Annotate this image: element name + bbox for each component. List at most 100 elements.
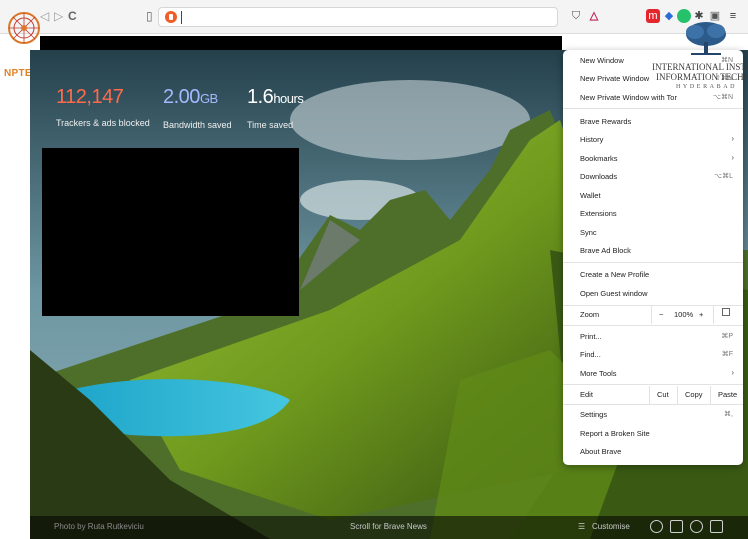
menu-downloads[interactable]: Downloads ⌥⌘L <box>563 168 743 186</box>
redacted-bar <box>40 36 562 50</box>
paste-button[interactable]: Paste <box>718 390 737 399</box>
menu-history[interactable]: History › <box>563 131 743 149</box>
menu-separator <box>563 384 743 385</box>
menu-label: New Window <box>580 56 624 65</box>
menu-create-profile[interactable]: Create a New Profile <box>563 266 743 284</box>
menu-label: Open Guest window <box>580 289 648 298</box>
menu-shortcut: ⌘F <box>721 351 733 358</box>
menu-separator <box>563 404 743 405</box>
address-bar[interactable] <box>158 7 558 27</box>
menu-zoom: Zoom − 100% + <box>563 306 743 324</box>
menu-label: Print... <box>580 332 602 341</box>
history-icon[interactable] <box>690 520 703 533</box>
copy-button[interactable]: Copy <box>685 390 703 399</box>
redacted-panel <box>42 148 299 316</box>
menu-label: History <box>580 135 604 144</box>
downloads-icon[interactable] <box>710 520 723 533</box>
chevron-right-icon: › <box>731 134 734 143</box>
menu-label: New Private Window <box>580 74 650 83</box>
time-value: 1.6 <box>247 86 274 108</box>
menu-label: New Private Window with Tor <box>580 93 677 102</box>
menu-separator <box>563 262 743 263</box>
menu-shortcut: ⌥⌘N <box>712 94 733 101</box>
menu-sync[interactable]: Sync <box>563 224 743 242</box>
bandwidth-value: 2.00 <box>163 86 200 108</box>
iiit-city: HYDERABAD <box>676 84 738 90</box>
menu-label: Bookmarks <box>580 154 618 163</box>
zoom-in-button[interactable]: + <box>699 310 703 319</box>
menu-label: Extensions <box>580 209 617 218</box>
chevron-right-icon: › <box>731 153 734 162</box>
menu-label: Wallet <box>580 191 601 200</box>
stat-bandwidth: 2.00GB Bandwidth saved <box>163 86 232 130</box>
menu-divider <box>713 306 714 324</box>
brave-shields-icon[interactable] <box>165 11 177 23</box>
brave-shield-icon[interactable]: ⛉ <box>569 9 583 23</box>
menu-extensions[interactable]: Extensions <box>563 205 743 223</box>
bandwidth-label: Bandwidth saved <box>163 120 232 130</box>
chevron-right-icon: › <box>731 368 734 377</box>
menu-shortcut: ⌘P <box>721 333 733 340</box>
zoom-out-button[interactable]: − <box>659 310 663 319</box>
menu-bookmarks[interactable]: Bookmarks › <box>563 150 743 168</box>
extension-blue-icon[interactable]: ◆ <box>662 9 676 23</box>
menu-about-brave[interactable]: About Brave <box>563 443 743 461</box>
menu-label: Find... <box>580 350 601 359</box>
menu-label: Sync <box>580 228 597 237</box>
photo-credit[interactable]: Photo by Ruta Rutkeviciu <box>54 522 144 531</box>
zoom-level: 100% <box>674 310 694 319</box>
menu-print[interactable]: Print... ⌘P <box>563 328 743 346</box>
menu-find[interactable]: Find... ⌘F <box>563 346 743 364</box>
trackers-value: 112,147 <box>56 86 124 108</box>
trackers-label: Trackers & ads blocked <box>56 118 150 128</box>
cut-button[interactable]: Cut <box>657 390 669 399</box>
menu-settings[interactable]: Settings ⌘, <box>563 406 743 424</box>
bookmark-icon[interactable]: ▯ <box>146 9 153 23</box>
reload-icon[interactable]: C <box>68 9 77 23</box>
menu-shortcut: ⌘, <box>724 411 733 418</box>
menu-separator <box>563 108 743 109</box>
menu-label: Zoom <box>580 310 600 319</box>
extension-red-icon[interactable]: m <box>646 9 660 23</box>
menu-label: Settings <box>580 410 608 419</box>
menu-brave-rewards[interactable]: Brave Rewards <box>563 113 743 131</box>
customise-icon[interactable]: ☰ <box>578 522 585 531</box>
menu-divider <box>649 386 650 404</box>
menu-divider <box>651 306 652 324</box>
text-cursor <box>181 11 182 24</box>
bookmarks-icon[interactable] <box>670 520 683 533</box>
browser-toolbar: ◁ ▷ C ▯ ⛉ △ m ◆ ✱ ▣ ≡ <box>0 0 748 34</box>
stat-time: 1.6hours Time saved <box>247 86 304 130</box>
menu-report-broken-site[interactable]: Report a Broken Site <box>563 425 743 443</box>
bottom-bar: Photo by Ruta Rutkeviciu Scroll for Brav… <box>30 516 748 539</box>
settings-icon[interactable] <box>650 520 663 533</box>
menu-wallet[interactable]: Wallet <box>563 187 743 205</box>
menu-divider <box>677 386 678 404</box>
brave-rewards-icon[interactable]: △ <box>587 9 601 23</box>
menu-label: About Brave <box>580 447 622 456</box>
app-menu: New Window ⌘N New Private Window ⇧⌘N New… <box>563 50 743 465</box>
menu-label: Edit <box>580 390 593 399</box>
iiit-name-line2: INFORMATION TECHNOLO <box>656 72 748 82</box>
menu-label: Create a New Profile <box>580 270 650 279</box>
scroll-brave-news[interactable]: Scroll for Brave News <box>350 522 427 531</box>
fullscreen-icon[interactable] <box>722 308 730 316</box>
menu-edit: Edit Cut Copy Paste <box>563 386 743 404</box>
iiit-tree-icon <box>686 22 726 55</box>
iiit-name-line1: INTERNATIONAL INSTITUTE <box>652 62 748 72</box>
menu-new-private-window-tor[interactable]: New Private Window with Tor ⌥⌘N <box>563 89 743 107</box>
time-unit: hours <box>273 91 304 106</box>
menu-label: Brave Ad Block <box>580 246 631 255</box>
menu-label: Report a Broken Site <box>580 429 650 438</box>
menu-label: Brave Rewards <box>580 117 632 126</box>
menu-open-guest[interactable]: Open Guest window <box>563 285 743 303</box>
menu-label: More Tools <box>580 369 617 378</box>
forward-icon[interactable]: ▷ <box>54 9 63 23</box>
time-label: Time saved <box>247 120 294 130</box>
menu-brave-ad-block[interactable]: Brave Ad Block <box>563 242 743 260</box>
bandwidth-unit: GB <box>199 91 218 106</box>
menu-divider <box>710 386 711 404</box>
menu-more-tools[interactable]: More Tools › <box>563 365 743 383</box>
menu-separator <box>563 325 743 326</box>
customise-button[interactable]: Customise <box>592 522 630 531</box>
